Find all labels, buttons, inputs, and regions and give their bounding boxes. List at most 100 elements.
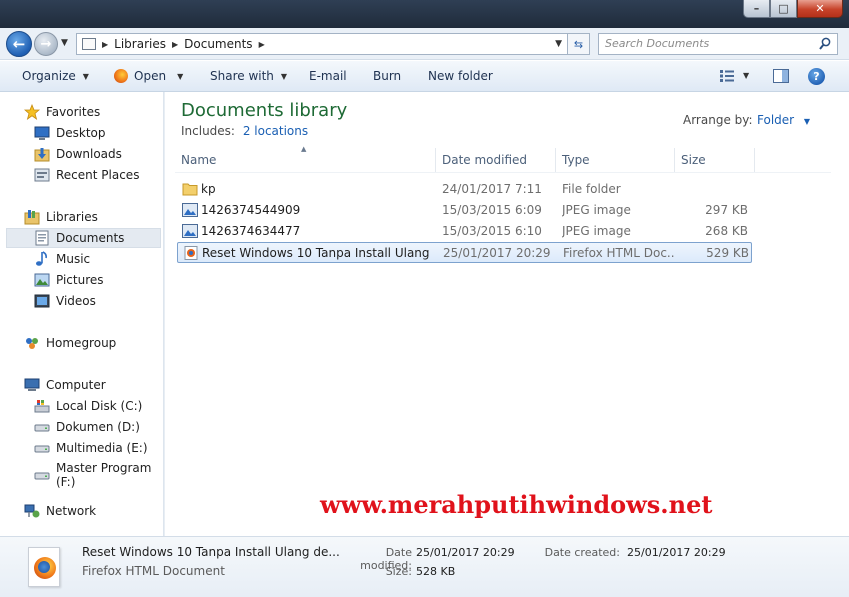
drive-icon — [34, 424, 50, 432]
nav-item-local-disk-c[interactable]: Local Disk (C:) — [34, 398, 142, 414]
table-row[interactable]: 1426374544909 15/03/2015 6:09 JPEG image… — [177, 200, 752, 221]
nav-label: Desktop — [56, 126, 106, 140]
maximize-button[interactable]: □ — [770, 0, 797, 18]
chevron-right-icon[interactable]: ▶ — [172, 40, 178, 49]
file-type: Firefox HTML Doc... — [563, 246, 675, 260]
share-with-button[interactable]: Share with ▼ — [210, 69, 287, 83]
nav-label: Libraries — [46, 210, 98, 224]
nav-item-multimedia-e[interactable]: Multimedia (E:) — [34, 440, 148, 456]
library-title: Documents library — [181, 100, 348, 121]
nav-item-libraries[interactable]: Libraries — [24, 209, 98, 225]
nav-item-downloads[interactable]: Downloads — [34, 146, 122, 162]
drive-icon — [34, 445, 50, 453]
breadcrumb-documents[interactable]: Documents — [184, 37, 252, 51]
address-bar[interactable]: ▶ Libraries ▶ Documents ▶ ▼ — [76, 33, 568, 55]
view-options-icon[interactable] — [720, 70, 734, 82]
details-pane: Reset Windows 10 Tanpa Install Ulang de.… — [0, 536, 849, 597]
nav-item-master-program-f[interactable]: Master Program (F:) — [34, 461, 163, 489]
address-dropdown-icon[interactable]: ▼ — [555, 39, 562, 49]
details-file-type: Firefox HTML Document — [82, 564, 225, 578]
nav-item-homegroup[interactable]: Homegroup — [24, 335, 116, 351]
refresh-button[interactable]: ⇆ — [568, 33, 590, 55]
locations-link[interactable]: 2 locations — [243, 124, 308, 138]
details-modified-value: 25/01/2017 20:29 — [416, 546, 515, 559]
minimize-button[interactable]: – — [743, 0, 770, 18]
details-created-label: Date created: — [544, 546, 620, 559]
column-header-name[interactable]: Name — [175, 148, 436, 172]
chevron-right-icon[interactable]: ▶ — [102, 40, 108, 49]
arrange-by-label: Arrange by: — [683, 113, 753, 127]
column-header-size[interactable]: Size — [675, 148, 755, 172]
address-row: ← → ▼ ▶ Libraries ▶ Documents ▶ ▼ ⇆ — [0, 28, 849, 60]
videos-icon — [34, 294, 50, 308]
nav-label: Pictures — [56, 273, 104, 287]
computer-icon — [24, 378, 40, 391]
file-type: JPEG image — [562, 224, 631, 238]
column-header-type[interactable]: Type — [556, 148, 675, 172]
preview-pane-icon[interactable] — [773, 69, 789, 83]
nav-item-computer[interactable]: Computer — [24, 377, 106, 393]
open-button[interactable]: Open ▼ — [114, 69, 183, 83]
email-button[interactable]: E-mail — [309, 69, 347, 83]
window-controls: – □ ✕ — [743, 0, 843, 18]
burn-button[interactable]: Burn — [373, 69, 401, 83]
file-size: 268 KB — [705, 224, 748, 238]
table-row-selected[interactable]: Reset Windows 10 Tanpa Install Ulang de.… — [177, 242, 752, 263]
chevron-right-icon[interactable]: ▶ — [259, 40, 265, 49]
details-size-label: Size: — [385, 565, 412, 578]
library-folder-icon — [82, 38, 96, 50]
command-bar: Organize ▼ Open ▼ Share with ▼ E-mail Bu… — [0, 61, 849, 92]
arrange-by-dropdown[interactable]: Folder ▼ — [757, 113, 810, 127]
nav-item-documents[interactable]: Documents — [34, 230, 124, 246]
forward-button[interactable]: → — [34, 32, 58, 56]
system-drive-icon — [34, 400, 50, 413]
table-row[interactable]: kp 24/01/2017 7:11 File folder — [177, 179, 752, 200]
firefox-html-icon — [184, 246, 198, 260]
music-icon — [36, 251, 47, 266]
nav-item-desktop[interactable]: Desktop — [34, 125, 106, 141]
open-label: Open — [134, 69, 167, 83]
search-box[interactable] — [598, 33, 838, 55]
nav-item-dokumen-d[interactable]: Dokumen (D:) — [34, 419, 140, 435]
chevron-down-icon[interactable]: ▼ — [743, 71, 749, 80]
nav-item-pictures[interactable]: Pictures — [34, 272, 104, 288]
file-size: 297 KB — [705, 203, 748, 217]
file-name: 1426374544909 — [201, 203, 301, 217]
details-file-name: Reset Windows 10 Tanpa Install Ulang de.… — [82, 545, 340, 559]
file-date: 24/01/2017 7:11 — [442, 182, 542, 196]
firefox-icon — [114, 69, 128, 83]
nav-label: Local Disk (C:) — [56, 399, 143, 413]
libraries-icon — [24, 210, 40, 225]
network-icon — [24, 504, 40, 518]
image-icon — [182, 203, 198, 217]
organize-label: Organize — [22, 69, 76, 83]
search-icon[interactable] — [819, 37, 831, 51]
nav-item-videos[interactable]: Videos — [34, 293, 96, 309]
nav-label: Homegroup — [46, 336, 117, 350]
nav-label: Music — [56, 252, 91, 266]
nav-label: Computer — [46, 378, 106, 392]
folder-icon — [182, 183, 198, 196]
star-icon — [24, 104, 40, 120]
search-input[interactable] — [605, 37, 815, 50]
organize-button[interactable]: Organize ▼ — [22, 69, 89, 83]
close-button[interactable]: ✕ — [797, 0, 843, 18]
file-name: kp — [201, 182, 216, 196]
recent-pages-dropdown-icon[interactable]: ▼ — [61, 38, 68, 48]
table-row[interactable]: 1426374634477 15/03/2015 6:10 JPEG image… — [177, 221, 752, 242]
breadcrumb-libraries[interactable]: Libraries — [114, 37, 166, 51]
image-icon — [182, 224, 198, 238]
new-folder-button[interactable]: New folder — [428, 69, 493, 83]
nav-item-favorites[interactable]: Favorites — [24, 104, 100, 120]
nav-label: Network — [46, 504, 97, 518]
back-button[interactable]: ← — [6, 31, 32, 57]
nav-item-music[interactable]: Music — [34, 251, 90, 267]
nav-label: Downloads — [56, 147, 122, 161]
column-header-date-modified[interactable]: Date modified — [436, 148, 556, 172]
includes-label: Includes: — [181, 124, 235, 138]
details-size-value: 528 KB — [416, 565, 456, 578]
help-icon[interactable]: ? — [808, 68, 825, 85]
nav-item-network[interactable]: Network — [24, 503, 96, 519]
file-date: 25/01/2017 20:29 — [443, 246, 551, 260]
nav-item-recent-places[interactable]: Recent Places — [34, 167, 139, 183]
